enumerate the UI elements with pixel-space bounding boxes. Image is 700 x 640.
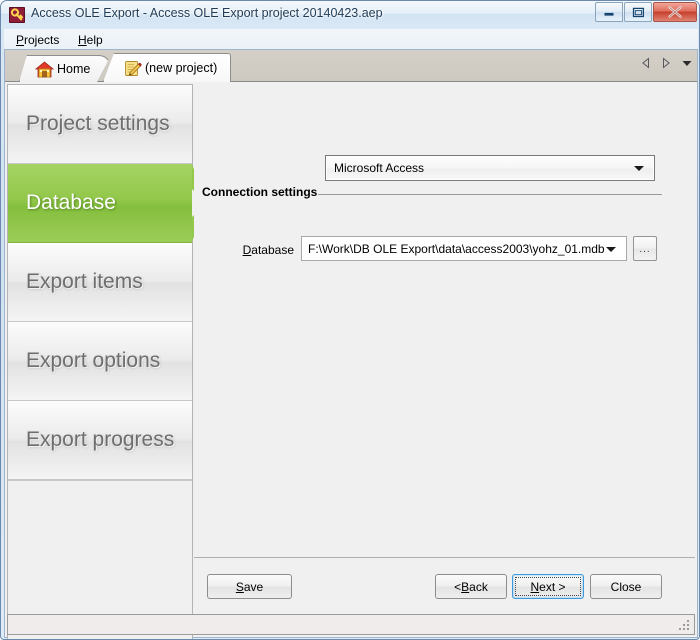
- sidebar: Project settings Database Export items E…: [7, 84, 206, 639]
- menu-item-help[interactable]: Help: [72, 32, 109, 48]
- database-label-post: atabase: [251, 243, 294, 257]
- minimize-icon: [604, 12, 614, 16]
- back-button[interactable]: < Back: [435, 574, 507, 599]
- button-bar: Save < Back Next > Close: [194, 557, 695, 613]
- menu-help-label: elp: [86, 33, 103, 47]
- menu-projects-label: rojects: [24, 33, 60, 47]
- next-button[interactable]: Next >: [512, 574, 584, 599]
- next-arrow-icon[interactable]: [661, 56, 671, 69]
- close-button[interactable]: [653, 2, 697, 22]
- back-post: ack: [469, 579, 488, 594]
- sidebar-item-label: Project settings: [26, 112, 170, 135]
- focus-rectangle: [515, 577, 581, 596]
- window-title: Access OLE Export - Access OLE Export pr…: [31, 6, 383, 20]
- maximize-button[interactable]: [624, 2, 652, 22]
- tab-list-chevron-icon[interactable]: [681, 56, 692, 68]
- menu-bar: Projects Help: [4, 29, 698, 50]
- database-server-value: Microsoft Access: [334, 161, 425, 175]
- sidebar-item-export-items[interactable]: Export items: [8, 243, 192, 322]
- sidebar-item-export-progress[interactable]: Export progress: [8, 401, 192, 480]
- tab-new-project-label: (new project): [145, 61, 218, 75]
- back-pre: <: [454, 579, 462, 594]
- save-button[interactable]: Save: [207, 574, 292, 599]
- prev-arrow-icon[interactable]: [641, 56, 651, 69]
- client-area: Home (new project) Project settings Data…: [4, 50, 698, 639]
- menu-projects-accel: P: [16, 33, 25, 47]
- save-post: ave: [243, 579, 264, 594]
- chevron-down-icon: [606, 246, 616, 252]
- resize-grip-icon[interactable]: [679, 620, 691, 632]
- sidebar-item-label: Export options: [26, 349, 161, 372]
- menu-help-accel: H: [78, 33, 87, 47]
- sidebar-item-label: Export progress: [26, 428, 175, 451]
- sidebar-item-project-settings[interactable]: Project settings: [8, 85, 192, 164]
- sidebar-filler: [8, 480, 192, 630]
- database-path-value: F:\Work\DB OLE Export\data\access2003\yo…: [308, 241, 605, 256]
- browse-database-label: ...: [639, 244, 651, 255]
- database-accel: D: [242, 243, 252, 257]
- application-window: Access OLE Export - Access OLE Export pr…: [0, 0, 700, 640]
- new-project-icon: [123, 59, 142, 78]
- tab-new-project[interactable]: (new project): [103, 53, 231, 82]
- tab-home-label: Home: [57, 62, 91, 76]
- key-icon: [9, 7, 25, 23]
- settings-panel: Database server Microsoft Access Connect…: [194, 84, 695, 581]
- close-dialog-button[interactable]: Close: [590, 574, 662, 599]
- save-accel: S: [235, 579, 244, 594]
- back-accel: B: [461, 579, 470, 594]
- connection-settings-group: Connection settings: [202, 185, 662, 199]
- minimize-button[interactable]: [595, 2, 623, 22]
- browse-database-button[interactable]: ...: [633, 236, 657, 261]
- maximize-icon: [632, 7, 645, 18]
- sidebar-item-export-options[interactable]: Export options: [8, 322, 192, 401]
- tab-home[interactable]: Home: [19, 55, 111, 82]
- status-bar: [7, 614, 695, 635]
- close-icon: [668, 6, 682, 18]
- tab-strip: Home (new project): [5, 50, 697, 82]
- database-path-combobox[interactable]: F:\Work\DB OLE Export\data\access2003\yo…: [301, 236, 627, 261]
- title-bar: Access OLE Export - Access OLE Export pr…: [1, 1, 699, 29]
- home-icon: [35, 60, 54, 79]
- connection-settings-title: Connection settings: [202, 185, 324, 199]
- sidebar-item-database[interactable]: Database: [8, 164, 206, 243]
- sidebar-item-label: Export items: [26, 270, 143, 293]
- chevron-down-icon: [634, 166, 644, 171]
- menu-item-projects[interactable]: Projects: [10, 32, 65, 48]
- group-divider: [318, 194, 662, 195]
- sidebar-item-label: Database: [26, 191, 116, 214]
- database-server-dropdown[interactable]: Microsoft Access: [325, 155, 655, 181]
- close-pre: Close: [610, 579, 642, 594]
- database-label: Database: [208, 243, 294, 257]
- tab-navigation: [641, 56, 692, 69]
